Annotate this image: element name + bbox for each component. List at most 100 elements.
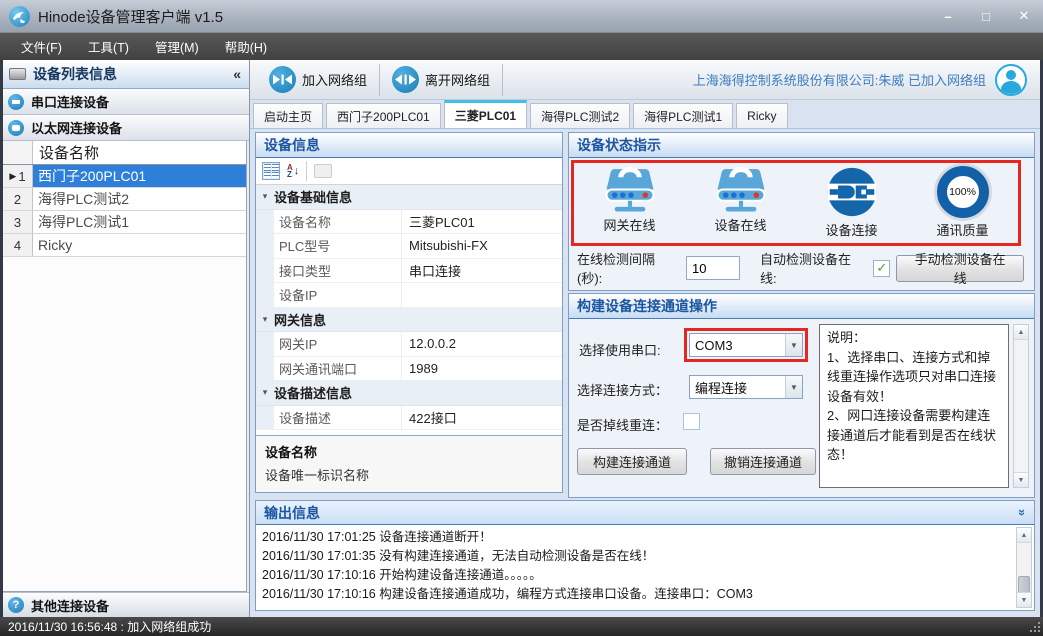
device-name-header: 设备名称	[33, 141, 246, 164]
property-row[interactable]: PLC型号 Mitsubishi-FX	[256, 234, 562, 259]
reconnect-checkbox[interactable]	[683, 413, 700, 430]
table-row[interactable]: 4 Ricky	[3, 234, 246, 257]
property-grid: ▾ 设备基础信息 设备名称 三菱PLC01 PLC型号 Mitsubishi-F…	[256, 185, 562, 435]
menu-bar: 文件(F) 工具(T) 管理(M) 帮助(H)	[0, 33, 1043, 60]
serial-port-value: COM3	[690, 338, 785, 353]
device-info-header: 设备信息	[256, 133, 562, 158]
collapse-chevron-icon[interactable]: »	[1015, 509, 1030, 516]
menu-help[interactable]: 帮助(H)	[212, 33, 280, 60]
log-line: 2016/11/30 17:01:35 没有构建连接通道，无法自动检测设备是否在…	[262, 547, 1010, 566]
log-line: 2016/11/30 17:10:16 构建设备连接通道成功，编程方式连接串口设…	[262, 585, 1010, 604]
menu-tools[interactable]: 工具(T)	[75, 33, 142, 60]
leave-group-label: 离开网络组	[425, 70, 490, 89]
serial-port-combobox[interactable]: COM3 ▼	[689, 333, 803, 357]
reconnect-label: 是否掉线重连：	[577, 415, 668, 434]
scroll-down-icon[interactable]: ▼	[1014, 472, 1028, 487]
status-comm-quality: 100% 通讯质量	[907, 166, 1018, 243]
device-status-panel: 设备状态指示 网关在线	[568, 132, 1035, 291]
table-row[interactable]: ▶ 1 西门子200PLC01	[3, 165, 246, 188]
log-line: 2016/11/30 17:10:16 开始构建设备连接通道。。。。。	[262, 566, 1010, 585]
app-logo-icon	[9, 6, 30, 27]
comm-quality-donut-icon: 100%	[937, 166, 989, 218]
property-row[interactable]: 设备IP	[256, 283, 562, 308]
scroll-down-icon[interactable]: ▼	[1017, 592, 1031, 607]
sidebar-group-other[interactable]: ? 其他连接设备	[0, 592, 249, 617]
tab-siemens200plc01[interactable]: 西门子200PLC01	[326, 103, 441, 128]
note-scrollbar[interactable]: ▲ ▼	[1013, 324, 1029, 488]
property-row[interactable]: 设备名称 三菱PLC01	[256, 210, 562, 235]
status-gateway-online: 网关在线	[574, 166, 685, 243]
output-panel: 输出信息 » 2016/11/30 17:01:25 设备连接通道断开！ 201…	[255, 500, 1035, 611]
device-status-header: 设备状态指示	[569, 133, 1034, 158]
selected-property-description: 设备唯一标识名称	[265, 465, 553, 484]
sidebar-header: 设备列表信息 «	[0, 60, 249, 89]
property-row[interactable]: 设备描述 422接口	[256, 406, 562, 431]
sidebar-collapse-button[interactable]: «	[233, 66, 241, 82]
menu-manage[interactable]: 管理(M)	[142, 33, 212, 60]
device-name: 海得PLC测试1	[33, 211, 246, 233]
instruction-note-box: 说明： 1、选择串口、连接方式和掉线重连操作选项只对串口连接设备有效！ 2、网口…	[819, 324, 1009, 488]
table-row[interactable]: 2 海得PLC测试2	[3, 188, 246, 211]
channel-build-panel: 构建设备连接通道操作 选择使用串口: COM3 ▼ 选择连接方式： 编程连接 ▼…	[568, 293, 1035, 498]
property-description-box: 设备名称 设备唯一标识名称	[256, 435, 562, 492]
sidebar-group-serial[interactable]: 串口连接设备	[0, 89, 249, 115]
property-row[interactable]: 网关通讯端口 1989	[256, 357, 562, 382]
minimize-button[interactable]: –	[929, 0, 967, 32]
tab-ricky[interactable]: Ricky	[736, 103, 787, 128]
close-button[interactable]: ✕	[1005, 0, 1043, 32]
connect-mode-combobox[interactable]: 编程连接 ▼	[689, 375, 803, 399]
connect-mode-value: 编程连接	[690, 378, 785, 397]
note-line: 2、网口连接设备需要构建连接通道后才能看到是否在线状态！	[827, 406, 1001, 465]
gateway-online-icon	[601, 166, 659, 213]
comm-quality-value: 100%	[949, 186, 976, 198]
tab-hide-plc-test1[interactable]: 海得PLC测试1	[633, 103, 733, 128]
build-channel-button[interactable]: 构建连接通道	[577, 448, 687, 475]
toolbar-separator	[502, 64, 503, 96]
log-line: 2016/11/30 17:01:25 设备连接通道断开！	[262, 528, 1010, 547]
category-row[interactable]: ▾ 网关信息	[256, 308, 562, 333]
status-highlight-box: 网关在线 设备在线	[571, 160, 1021, 246]
sidebar-group-serial-label: 串口连接设备	[31, 92, 109, 111]
menu-file[interactable]: 文件(F)	[8, 33, 75, 60]
chevron-down-icon[interactable]: ▼	[785, 376, 802, 398]
join-network-group-button[interactable]: 加入网络组	[260, 63, 376, 97]
tab-home[interactable]: 启动主页	[253, 103, 323, 128]
output-title: 输出信息	[264, 503, 320, 523]
row-number: ▶ 1	[3, 165, 33, 187]
property-row[interactable]: 接口类型 串口连接	[256, 259, 562, 284]
category-row[interactable]: ▾ 设备基础信息	[256, 185, 562, 210]
row-number: 3	[3, 211, 33, 233]
device-name: Ricky	[33, 234, 246, 256]
window-title: Hinode设备管理客户端 v1.5	[38, 6, 223, 27]
manual-detect-button[interactable]: 手动检测设备在线	[896, 255, 1024, 282]
chevron-down-icon[interactable]: ▼	[785, 334, 802, 356]
resize-grip[interactable]	[1028, 620, 1041, 633]
table-row[interactable]: 3 海得PLC测试1	[3, 211, 246, 234]
device-info-panel: 设备信息 AZ↓ ▾ 设备基础信息 设备名称 三菱PLC01 PLC型号 Mit…	[255, 132, 563, 493]
maximize-button[interactable]: □	[967, 0, 1005, 32]
property-row[interactable]: 网关IP 12.0.0.2	[256, 332, 562, 357]
auto-detect-checkbox[interactable]: ✓	[873, 260, 890, 277]
tab-hide-plc-test2[interactable]: 海得PLC测试2	[530, 103, 630, 128]
categorized-view-icon[interactable]	[262, 162, 280, 180]
tab-mitsubishi-plc01[interactable]: 三菱PLC01	[444, 100, 527, 128]
device-online-icon	[712, 166, 770, 213]
selected-row-marker-icon: ▶	[9, 171, 16, 182]
device-list-icon	[9, 68, 26, 80]
output-scrollbar[interactable]: ▲ ▼	[1016, 527, 1032, 608]
category-row[interactable]: ▾ 设备描述信息	[256, 381, 562, 406]
scroll-up-icon[interactable]: ▲	[1014, 325, 1028, 340]
sidebar-group-ethernet[interactable]: 以太网连接设备	[0, 115, 249, 141]
interval-input[interactable]	[686, 256, 740, 280]
revoke-channel-button[interactable]: 撤销连接通道	[710, 448, 816, 475]
row-number: 4	[3, 234, 33, 256]
leave-network-group-button[interactable]: 离开网络组	[383, 63, 499, 97]
category-collapse-icon: ▾	[256, 387, 274, 398]
user-avatar[interactable]	[995, 64, 1027, 96]
device-table-header: 设备名称	[3, 141, 246, 165]
join-group-icon	[269, 66, 296, 93]
scroll-up-icon[interactable]: ▲	[1017, 528, 1031, 543]
detect-interval-row: 在线检测间隔(秒): 自动检测设备在线: ✓ 手动检测设备在线	[577, 252, 1024, 284]
row-number: 2	[3, 188, 33, 210]
sort-alphabetical-icon[interactable]: AZ↓	[287, 164, 299, 178]
